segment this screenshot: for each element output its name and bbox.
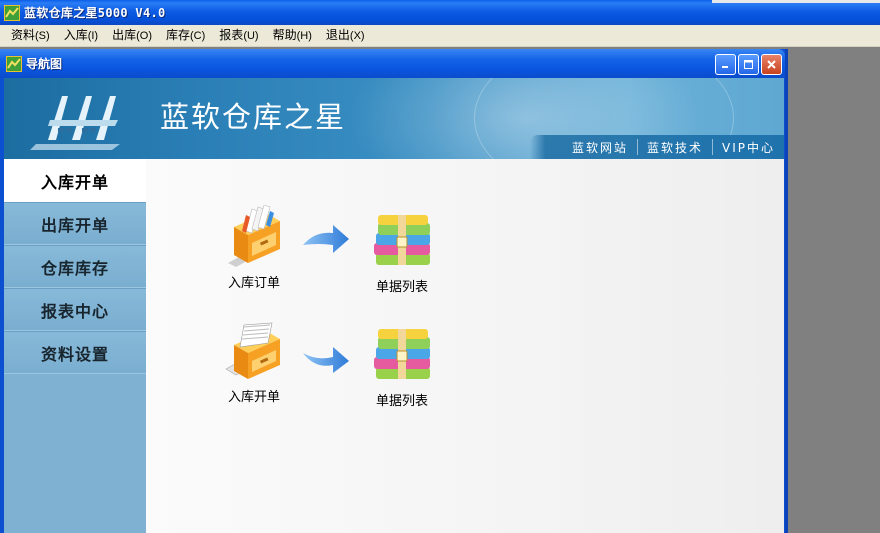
document-list-tile-2[interactable]: 单据列表 xyxy=(356,323,448,409)
menu-data-label: 资料 xyxy=(11,28,36,42)
sidebar-item-data-settings[interactable]: 资料设置 xyxy=(4,331,146,374)
sidebar: 入库开单 出库开单 仓库库存 报表中心 资料设置 xyxy=(4,159,146,533)
app-logo-icon xyxy=(4,4,20,21)
navigation-content: 入库订单 单据列表 入库开单 单据列表 xyxy=(146,159,784,533)
close-icon xyxy=(767,60,776,69)
menu-data-accel: (S) xyxy=(35,30,50,42)
menu-inbound[interactable]: 入库(I) xyxy=(57,25,105,46)
maximize-button[interactable] xyxy=(738,54,759,75)
banner-brand-title: 蓝软仓库之星 xyxy=(160,100,347,134)
minimize-button[interactable] xyxy=(715,54,736,75)
sidebar-item-label: 仓库库存 xyxy=(40,258,109,278)
menu-stock-label: 库存 xyxy=(166,28,191,42)
menu-reports[interactable]: 报表(U) xyxy=(212,25,265,46)
app-titlebar[interactable]: 蓝软仓库之星5000 V4.0 xyxy=(0,0,880,25)
inbound-entry-label: 入库开单 xyxy=(227,390,280,405)
sidebar-item-label: 入库开单 xyxy=(40,172,109,192)
stacked-books-icon xyxy=(374,329,430,379)
banner-links: 蓝软网站 蓝软技术 VIP中心 xyxy=(530,135,784,159)
navigation-window: 导航图 蓝软仓库之星 蓝软网站 蓝软技术 VIP中心 入库开单 出库开单 仓库库… xyxy=(0,49,788,533)
flow-arrow-icon xyxy=(303,225,349,253)
sidebar-item-inbound-order[interactable]: 入库开单 xyxy=(4,159,146,202)
cabinet-documents-icon xyxy=(225,322,280,379)
minimize-icon xyxy=(722,66,728,68)
menu-stock[interactable]: 库存(C) xyxy=(159,25,212,46)
menu-bar: 资料(S) 入库(I) 出库(O) 库存(C) 报表(U) 帮助(H) 退出(X… xyxy=(0,25,880,47)
inbound-entry-tile[interactable]: 入库开单 xyxy=(208,319,300,405)
menu-exit-accel: (X) xyxy=(349,30,365,42)
menu-help-accel: (H) xyxy=(296,30,312,42)
document-list-label-2: 单据列表 xyxy=(375,394,428,409)
warehouse-logo-icon xyxy=(30,96,120,150)
menu-data[interactable]: 资料(S) xyxy=(4,25,57,46)
menu-reports-label: 报表 xyxy=(219,28,244,42)
flow-row-inbound-order: 入库订单 单据列表 xyxy=(146,204,784,305)
sidebar-item-label: 资料设置 xyxy=(40,344,109,364)
sidebar-item-warehouse-stock[interactable]: 仓库库存 xyxy=(4,245,146,288)
stacked-books-icon xyxy=(374,215,430,265)
menu-stock-accel: (C) xyxy=(190,30,206,42)
mdi-workspace-background xyxy=(787,47,880,533)
menu-help-label: 帮助 xyxy=(272,28,297,42)
close-button[interactable] xyxy=(761,54,782,75)
cabinet-folders-icon xyxy=(228,204,280,267)
menu-help[interactable]: 帮助(H) xyxy=(266,25,319,46)
menu-outbound-label: 出库 xyxy=(112,28,137,42)
menu-inbound-accel: (I) xyxy=(87,30,99,42)
menu-outbound-accel: (O) xyxy=(136,30,152,42)
window-frame-edge xyxy=(712,0,880,3)
link-tech-support[interactable]: 蓝软技术 xyxy=(638,139,712,156)
inbound-order-tile[interactable]: 入库订单 xyxy=(208,204,300,291)
maximize-icon xyxy=(744,60,753,69)
flow-arrow-icon xyxy=(303,347,349,373)
menu-exit[interactable]: 退出(X) xyxy=(319,25,372,46)
menu-exit-label: 退出 xyxy=(325,28,350,42)
flow-row-inbound-entry: 入库开单 单据列表 xyxy=(146,319,784,419)
sidebar-item-outbound-order[interactable]: 出库开单 xyxy=(4,202,146,245)
sidebar-item-label: 出库开单 xyxy=(40,215,109,235)
document-list-label-1: 单据列表 xyxy=(375,280,428,295)
link-vip-center[interactable]: VIP中心 xyxy=(713,139,784,156)
menu-reports-accel: (U) xyxy=(243,30,259,42)
inbound-order-label: 入库订单 xyxy=(227,276,280,291)
app-title: 蓝软仓库之星5000 V4.0 xyxy=(24,6,166,20)
document-list-tile-1[interactable]: 单据列表 xyxy=(356,209,448,295)
header-banner: 蓝软仓库之星 蓝软网站 蓝软技术 VIP中心 xyxy=(4,78,784,159)
window-icon xyxy=(6,55,22,72)
menu-inbound-label: 入库 xyxy=(63,28,88,42)
sidebar-item-label: 报表中心 xyxy=(40,301,109,321)
link-website[interactable]: 蓝软网站 xyxy=(563,139,637,156)
menu-outbound[interactable]: 出库(O) xyxy=(105,25,159,46)
navigation-window-title: 导航图 xyxy=(26,57,63,71)
navigation-window-titlebar[interactable]: 导航图 xyxy=(0,49,785,78)
sidebar-item-report-center[interactable]: 报表中心 xyxy=(4,288,146,331)
